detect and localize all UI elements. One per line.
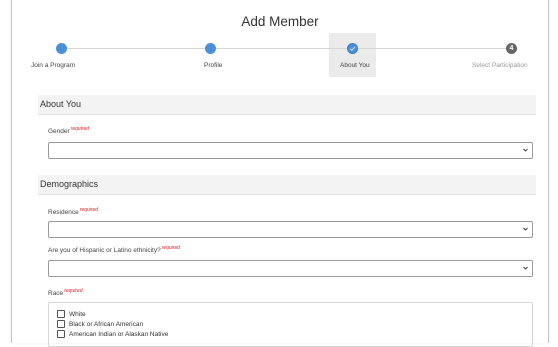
step-4-label[interactable]: Select Participation bbox=[472, 62, 528, 69]
residence-label-text: Residence bbox=[48, 209, 79, 216]
step-2-complete-icon[interactable] bbox=[205, 43, 216, 54]
current-step-highlight bbox=[329, 33, 376, 77]
step-4-number-icon[interactable]: 4 bbox=[506, 43, 517, 54]
race-option-label: Black or African American bbox=[69, 320, 144, 328]
chevron-down-icon bbox=[523, 266, 528, 270]
race-label-text: Race bbox=[48, 290, 64, 297]
gender-label: Genderrequired bbox=[48, 126, 89, 135]
residence-label: Residencerequired bbox=[48, 207, 98, 216]
demographics-section-header: Demographics bbox=[38, 175, 536, 195]
race-options-box: White Black or African American American… bbox=[48, 302, 533, 347]
about-you-section-header: About You bbox=[38, 95, 536, 115]
ethnicity-label-text: Are you of Hispanic or Latino ethnicity? bbox=[48, 247, 161, 254]
race-option-white[interactable]: White bbox=[57, 310, 86, 318]
race-option-label: White bbox=[69, 310, 86, 318]
step-1-complete-icon[interactable] bbox=[56, 43, 67, 54]
checkbox[interactable] bbox=[57, 310, 65, 318]
step-3-label[interactable]: About You bbox=[340, 62, 370, 69]
residence-select[interactable] bbox=[48, 221, 533, 238]
step-3-current-icon[interactable] bbox=[347, 43, 358, 54]
race-option-american-indian[interactable]: American Indian or Alaskan Native bbox=[57, 330, 168, 338]
gender-select[interactable] bbox=[48, 142, 533, 159]
required-marker: required bbox=[64, 288, 83, 294]
demographics-title: Demographics bbox=[40, 179, 99, 189]
race-option-label: American Indian or Alaskan Native bbox=[69, 330, 169, 338]
ethnicity-label: Are you of Hispanic or Latino ethnicity?… bbox=[48, 245, 180, 254]
chevron-down-icon bbox=[523, 227, 528, 231]
required-marker: required bbox=[70, 126, 90, 132]
check-icon bbox=[349, 46, 356, 51]
checkbox[interactable] bbox=[57, 320, 65, 328]
required-marker: required bbox=[79, 207, 99, 213]
race-label: Racerequired bbox=[48, 288, 83, 297]
race-option-black[interactable]: Black or African American bbox=[57, 320, 143, 328]
chevron-down-icon bbox=[523, 148, 528, 152]
stepper-track bbox=[62, 48, 512, 49]
add-member-panel: Add Member Join a Program Profile About … bbox=[11, 0, 549, 347]
ethnicity-select[interactable] bbox=[48, 260, 533, 277]
checkbox[interactable] bbox=[57, 330, 65, 338]
page-title: Add Member bbox=[241, 14, 319, 29]
step-1-label[interactable]: Join a Program bbox=[31, 62, 75, 69]
required-marker: required bbox=[161, 245, 181, 251]
gender-label-text: Gender bbox=[48, 128, 70, 135]
about-you-title: About You bbox=[40, 99, 82, 109]
step-2-label[interactable]: Profile bbox=[204, 62, 222, 69]
